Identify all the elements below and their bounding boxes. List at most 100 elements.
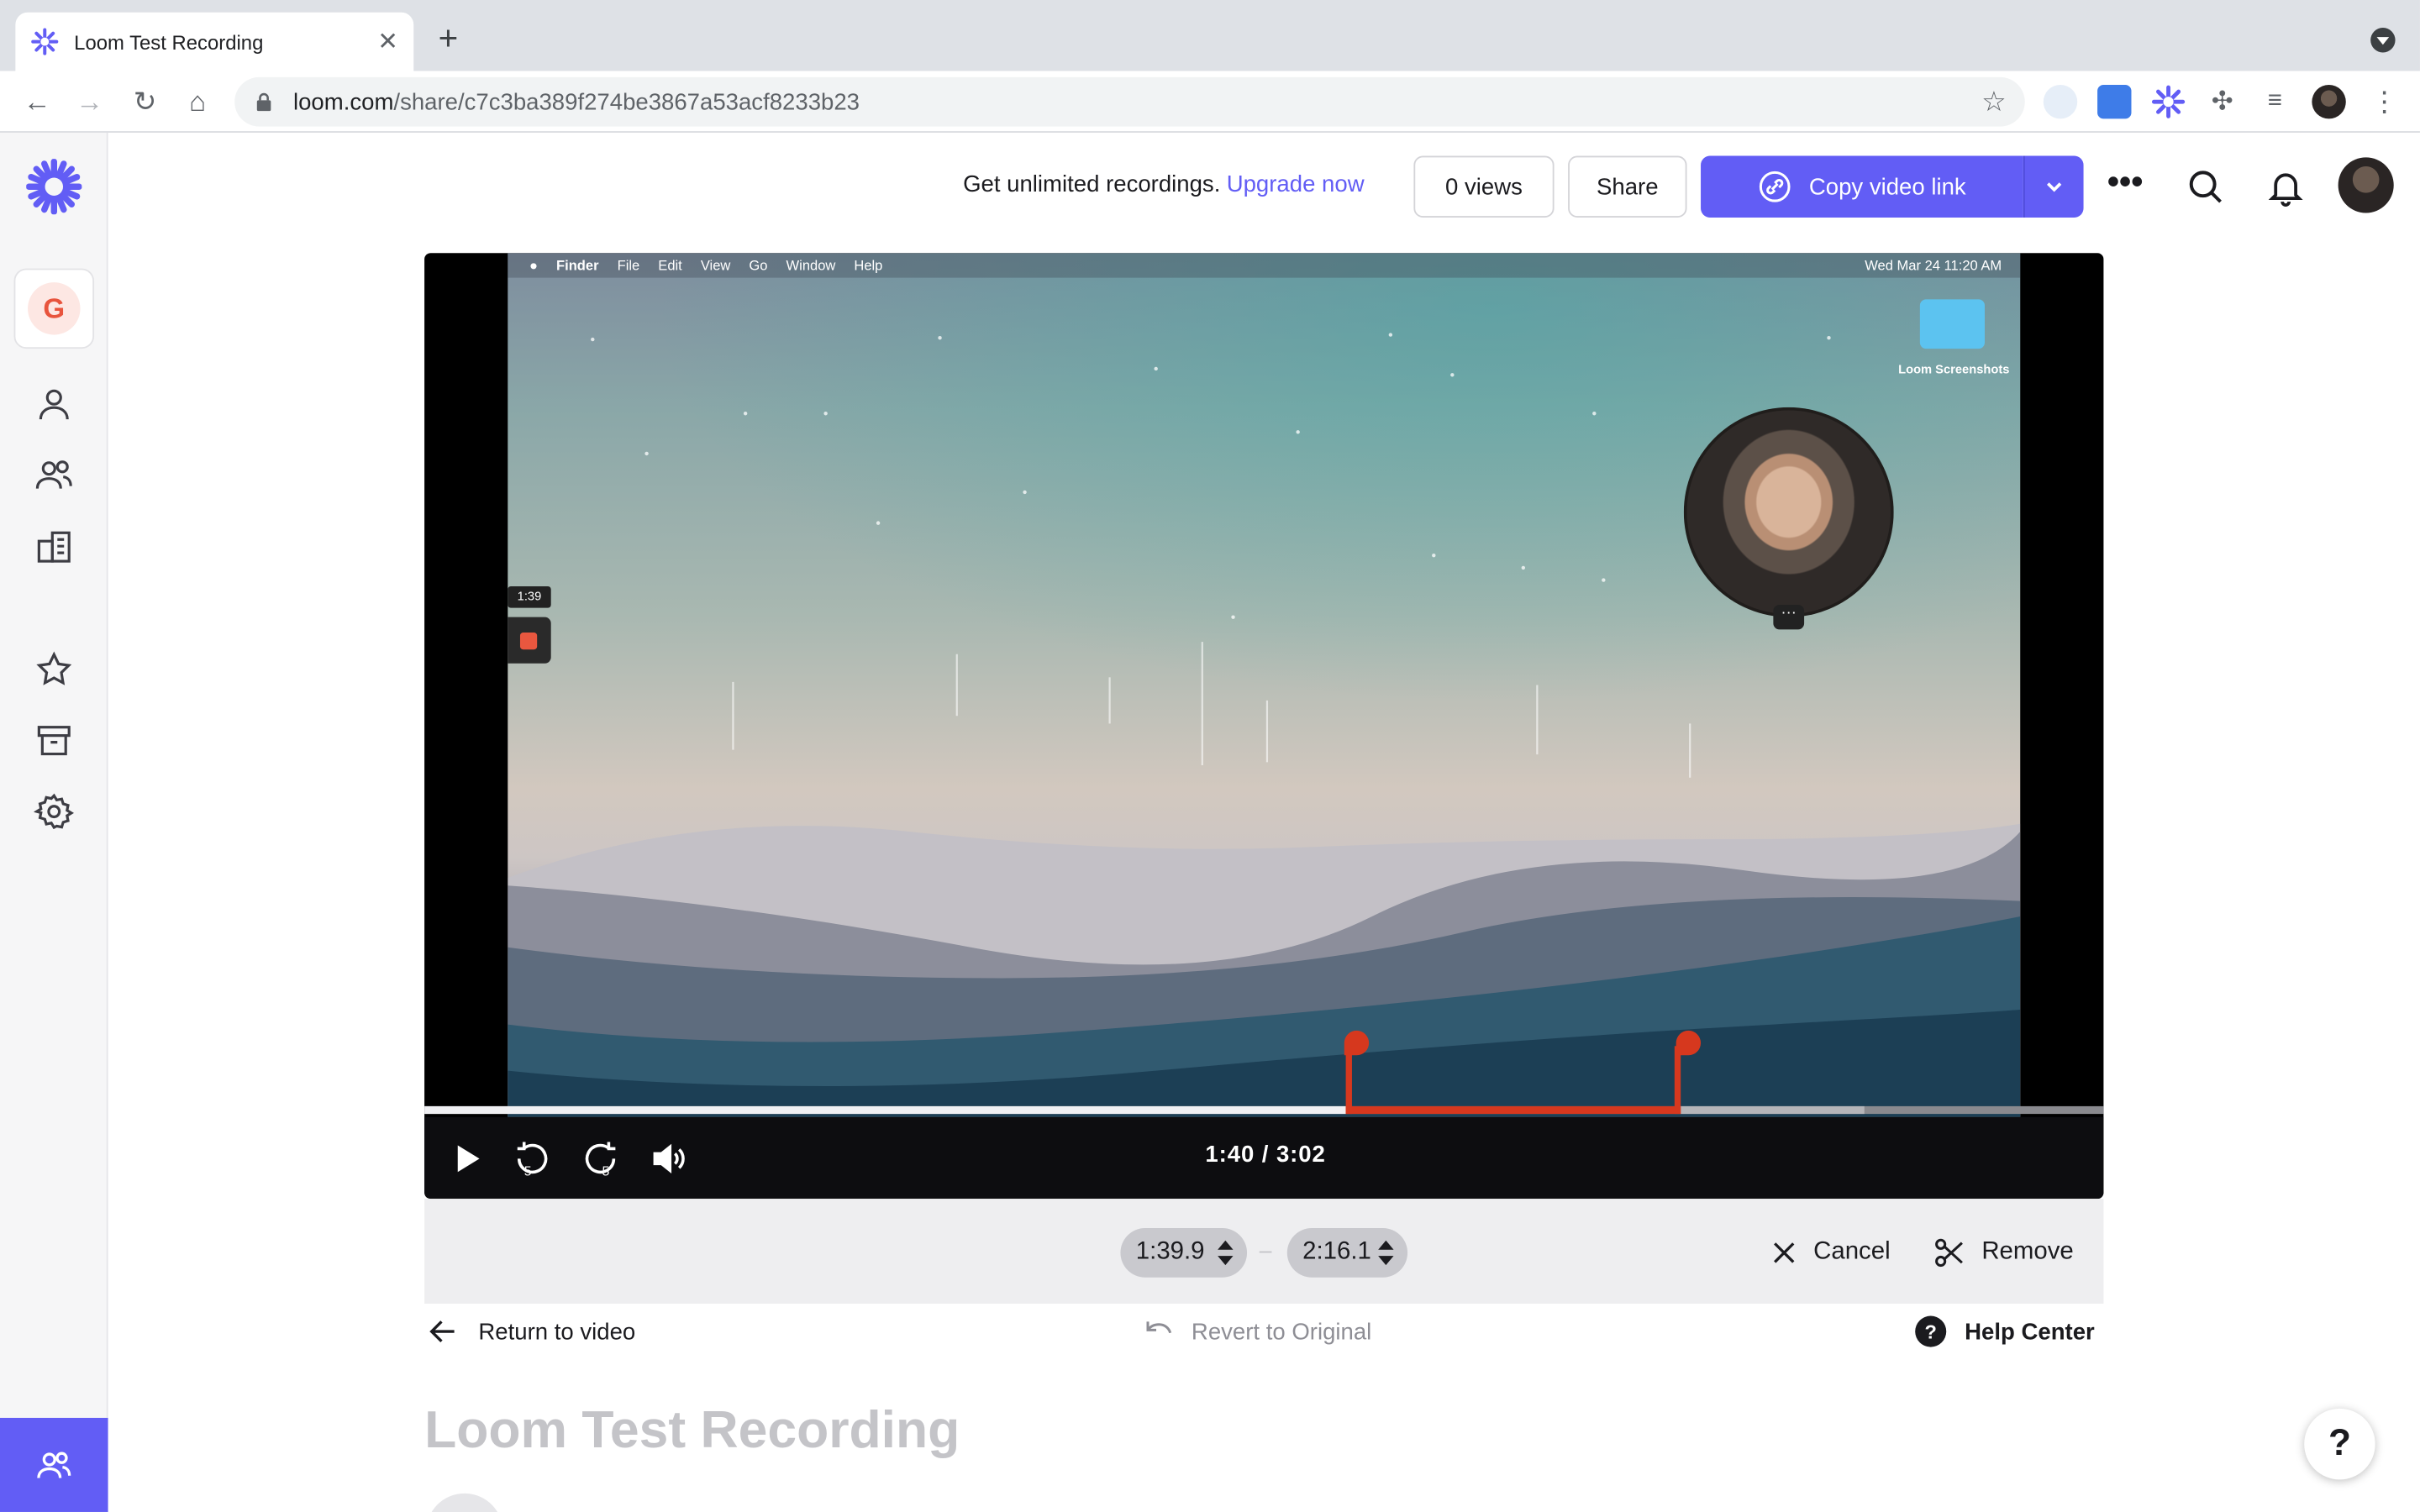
video-player[interactable]: ● Finder File Edit View Go Window Help W… (424, 253, 2104, 1200)
help-center-label: Help Center (1965, 1318, 2095, 1345)
people-icon[interactable] (34, 455, 74, 496)
range-separator (1259, 1251, 1272, 1253)
cancel-label: Cancel (1813, 1238, 1891, 1266)
help-circle-icon: ? (1915, 1315, 1947, 1347)
extensions-puzzle-icon[interactable]: ✣ (2206, 85, 2239, 118)
arrow-left-icon (429, 1320, 455, 1343)
copy-link-label: Copy video link (1808, 173, 1966, 200)
extension-blue-icon[interactable] (2097, 85, 2132, 119)
svg-text:5: 5 (524, 1164, 532, 1179)
extension-mask-icon[interactable] (2043, 85, 2078, 119)
revert-to-original-button[interactable]: Revert to Original (1142, 1311, 1371, 1352)
close-tab-icon[interactable]: ✕ (377, 26, 398, 57)
cancel-button[interactable]: Cancel (1770, 1233, 1891, 1273)
tab-title: Loom Test Recording (74, 29, 264, 54)
scissors-icon (1935, 1238, 1963, 1268)
trim-start-input[interactable]: 1:39.9 (1120, 1228, 1248, 1278)
mac-clock: Wed Mar 24 11:20 AM (1865, 257, 2002, 274)
video-frame: ● Finder File Edit View Go Window Help W… (508, 253, 2021, 1117)
trim-end-handle[interactable] (1676, 1030, 1702, 1056)
remove-button[interactable]: Remove (1933, 1233, 2074, 1273)
mac-menu-go: Go (749, 257, 768, 274)
gear-icon[interactable] (34, 791, 75, 832)
address-bar[interactable]: loom.com/share/c7c3ba389f274be3867a53acf… (234, 76, 2025, 127)
chevron-down-icon (2047, 182, 2062, 192)
promo-text: Get unlimited recordings. (963, 171, 1221, 198)
remove-label: Remove (1981, 1238, 2074, 1266)
stop-recording-icon (508, 617, 551, 664)
copy-video-link-button[interactable]: Copy video link (1701, 155, 2023, 218)
trim-start-handle[interactable] (1344, 1030, 1370, 1056)
user-avatar[interactable] (2338, 157, 2394, 213)
play-icon[interactable] (446, 1138, 487, 1179)
return-to-video-button[interactable]: Return to video (426, 1311, 635, 1352)
new-tab-button[interactable]: + (439, 21, 459, 55)
reload-icon[interactable]: ↻ (127, 83, 164, 120)
browser-menu-icon[interactable]: ⋮ (2367, 85, 2401, 118)
forward-5-icon[interactable]: 5 (581, 1138, 621, 1179)
stepper-icon[interactable] (1216, 1237, 1234, 1268)
mac-menu-bar: ● Finder File Edit View Go Window Help W… (508, 253, 2021, 278)
loom-favicon-icon (31, 28, 59, 55)
browser-tabbar: Loom Test Recording ✕ + (0, 0, 2420, 71)
svg-text:5: 5 (602, 1164, 609, 1179)
trim-end-value: 2:16.1 (1302, 1238, 1371, 1266)
search-icon[interactable] (2186, 166, 2226, 207)
upgrade-promo: Get unlimited recordings. Upgrade now (963, 171, 1365, 197)
copy-link-dropdown[interactable] (2023, 155, 2084, 218)
timecode: 1:40 / 3:02 (1205, 1142, 1326, 1168)
progress-buffered (1681, 1105, 1865, 1115)
revert-label: Revert to Original (1191, 1318, 1372, 1345)
building-icon[interactable] (34, 526, 74, 566)
workspace-switcher[interactable]: G (13, 268, 95, 349)
home-icon[interactable]: ⌂ (179, 83, 216, 120)
recording-timer: 1:39 (508, 585, 551, 608)
views-button[interactable]: 0 views (1413, 155, 1555, 218)
video-title: Loom Test Recording (424, 1400, 960, 1460)
loom-logo-icon[interactable] (26, 159, 82, 215)
mountains-background (508, 333, 2021, 1117)
browser-tab[interactable]: Loom Test Recording ✕ (15, 12, 414, 71)
upgrade-link[interactable]: Upgrade now (1227, 171, 1365, 197)
media-control-icon[interactable]: ≡ (2258, 85, 2291, 118)
share-button[interactable]: Share (1568, 155, 1687, 218)
desktop-folder-label: Loom Screenshots (1898, 362, 2010, 377)
team-button[interactable] (0, 1417, 108, 1512)
tab-search-icon[interactable] (2370, 28, 2396, 53)
camera-bubble (1683, 407, 1894, 617)
stepper-icon[interactable] (1376, 1237, 1395, 1268)
star-icon[interactable] (34, 649, 74, 690)
link-icon (1760, 171, 1791, 202)
undo-icon (1146, 1321, 1172, 1334)
trim-end-input[interactable]: 2:16.1 (1286, 1228, 1408, 1278)
app-sidebar: G (0, 132, 108, 1512)
bookmark-star-icon[interactable]: ☆ (1981, 87, 2007, 119)
camera-more-icon: ··· (1773, 604, 1805, 630)
author-avatar (425, 1493, 503, 1512)
progress-played (424, 1105, 1346, 1115)
back-icon[interactable]: ← (18, 83, 55, 120)
return-label: Return to video (478, 1318, 636, 1345)
profile-avatar[interactable] (2312, 85, 2346, 119)
loom-extension-icon[interactable] (2151, 85, 2186, 118)
rewind-5-icon[interactable]: 5 (513, 1138, 553, 1179)
svg-text:?: ? (1925, 1320, 1937, 1342)
workspace-initial: G (28, 282, 81, 335)
forward-icon[interactable]: → (71, 83, 108, 120)
more-options-icon[interactable]: ••• (2105, 165, 2145, 207)
apple-icon: ● (529, 257, 538, 274)
mac-menu-file: File (617, 257, 640, 274)
team-icon (37, 1451, 71, 1478)
close-icon (1774, 1242, 1795, 1263)
url-host: loom.com (292, 88, 394, 115)
bell-icon[interactable] (2265, 166, 2306, 207)
mac-menu-edit: Edit (658, 257, 682, 274)
trim-start-value: 1:39.9 (1135, 1238, 1205, 1266)
volume-icon[interactable] (648, 1138, 688, 1179)
help-fab-button[interactable]: ? (2304, 1408, 2375, 1480)
trim-selection[interactable] (1345, 1046, 1681, 1115)
person-icon[interactable] (34, 384, 74, 424)
mac-menu-finder: Finder (556, 257, 599, 274)
help-center-button[interactable]: ? Help Center (1914, 1311, 2095, 1352)
archive-icon[interactable] (34, 721, 74, 761)
